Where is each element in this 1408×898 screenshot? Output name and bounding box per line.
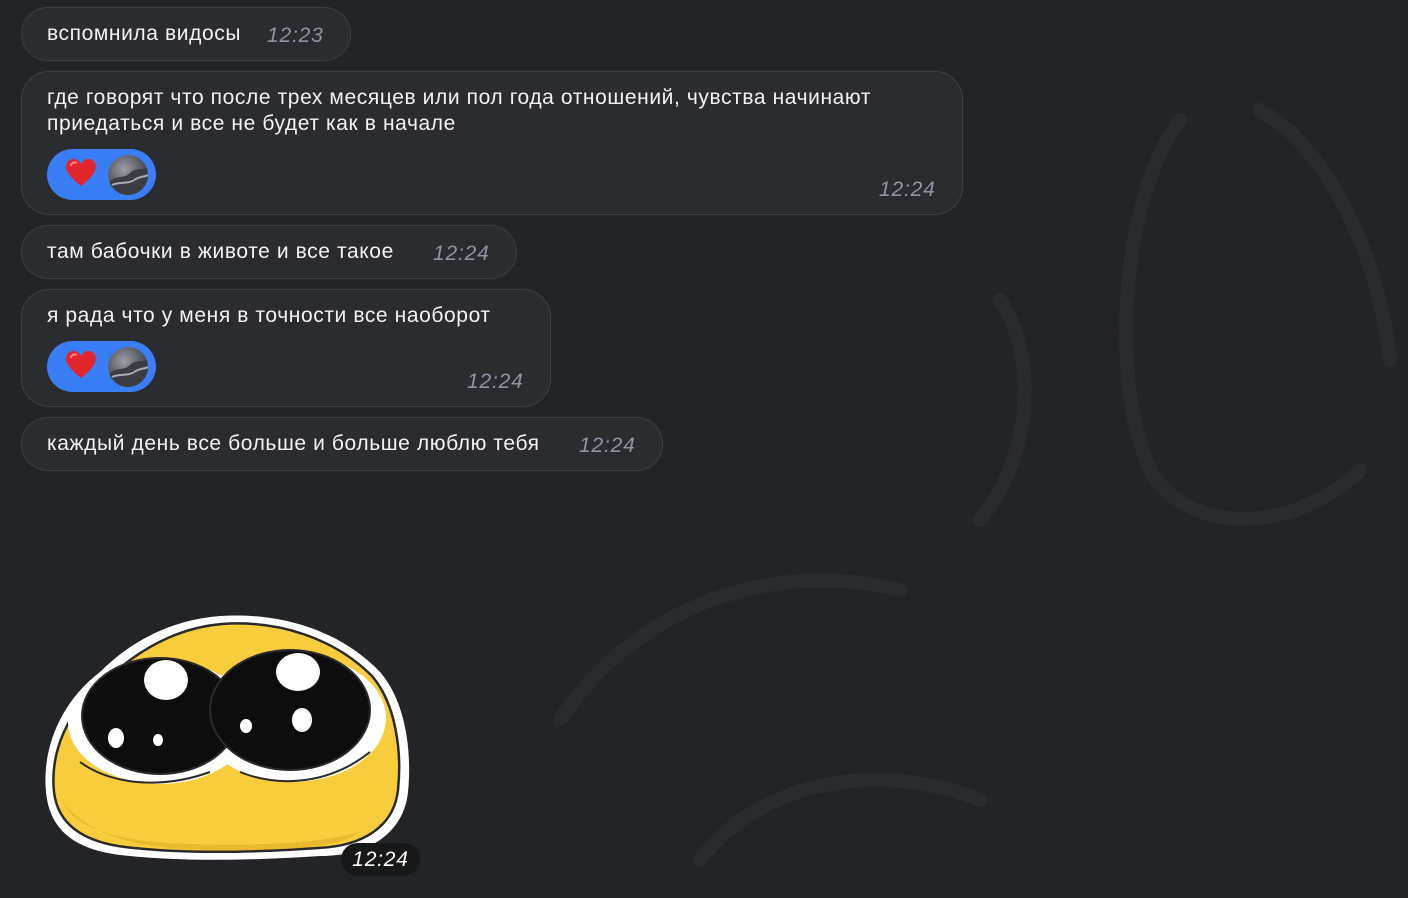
- heart-icon: [66, 159, 96, 186]
- message-text: каждый день все больше и больше люблю те…: [47, 432, 540, 455]
- message-text: вспомнила видосы: [47, 22, 242, 45]
- message-time: 12:24: [433, 242, 490, 265]
- message-bubble[interactable]: каждый день все больше и больше люблю те…: [21, 417, 663, 471]
- pleading-emoji-sticker[interactable]: [40, 612, 414, 864]
- message-bubble[interactable]: я рада что у меня в точности все наоборо…: [21, 289, 551, 407]
- message-bubble[interactable]: там бабочки в животе и все такое 12:24: [21, 225, 517, 279]
- message-text: там бабочки в животе и все такое: [47, 240, 394, 263]
- message-time: 12:23: [267, 24, 324, 47]
- reactor-avatar: [108, 347, 148, 387]
- message-text: где говорят что после трех месяцев или п…: [47, 86, 872, 135]
- reaction-pill[interactable]: [47, 149, 156, 200]
- sticker-time: 12:24: [341, 843, 420, 876]
- message-bubble[interactable]: где говорят что после трех месяцев или п…: [21, 71, 963, 215]
- reactor-avatar: [108, 155, 148, 195]
- message-time: 12:24: [879, 178, 936, 201]
- message-text: я рада что у меня в точности все наоборо…: [47, 304, 491, 327]
- reaction-pill[interactable]: [47, 341, 156, 392]
- heart-icon: [66, 351, 96, 378]
- message-time: 12:24: [579, 434, 636, 457]
- message-bubble[interactable]: вспомнила видосы 12:23: [21, 7, 351, 61]
- message-time: 12:24: [467, 370, 524, 393]
